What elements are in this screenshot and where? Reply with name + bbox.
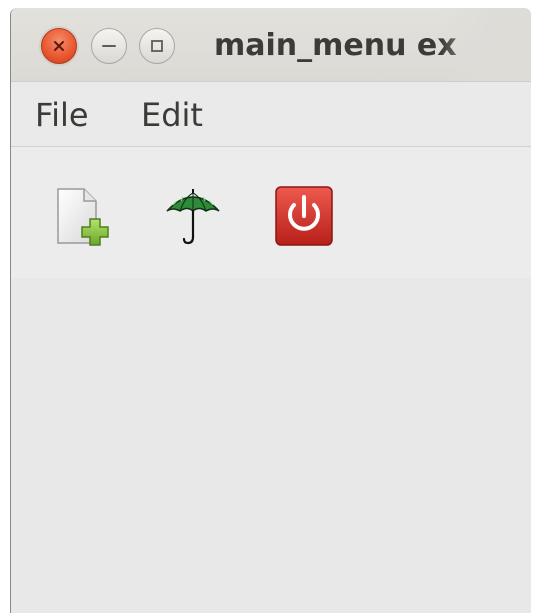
umbrella-button[interactable]	[161, 185, 225, 249]
close-icon	[54, 41, 64, 51]
minimize-icon	[102, 45, 116, 47]
close-button[interactable]	[41, 28, 77, 64]
title-bar[interactable]: main_menu ex	[11, 8, 531, 82]
new-file-button[interactable]	[50, 185, 114, 249]
window-title: main_menu ex	[214, 28, 457, 63]
new-file-icon	[57, 188, 109, 246]
application-window: main_menu ex File Edit	[10, 8, 531, 613]
maximize-icon	[151, 40, 163, 52]
maximize-button[interactable]	[139, 28, 175, 64]
umbrella-icon	[166, 189, 220, 245]
menu-bar: File Edit	[11, 82, 531, 147]
menu-file[interactable]: File	[35, 96, 89, 134]
menu-edit[interactable]: Edit	[141, 96, 203, 134]
toolbar	[11, 147, 531, 278]
power-icon	[275, 186, 333, 246]
quit-button[interactable]	[272, 185, 336, 249]
content-area	[11, 278, 531, 613]
minimize-button[interactable]	[91, 28, 127, 64]
